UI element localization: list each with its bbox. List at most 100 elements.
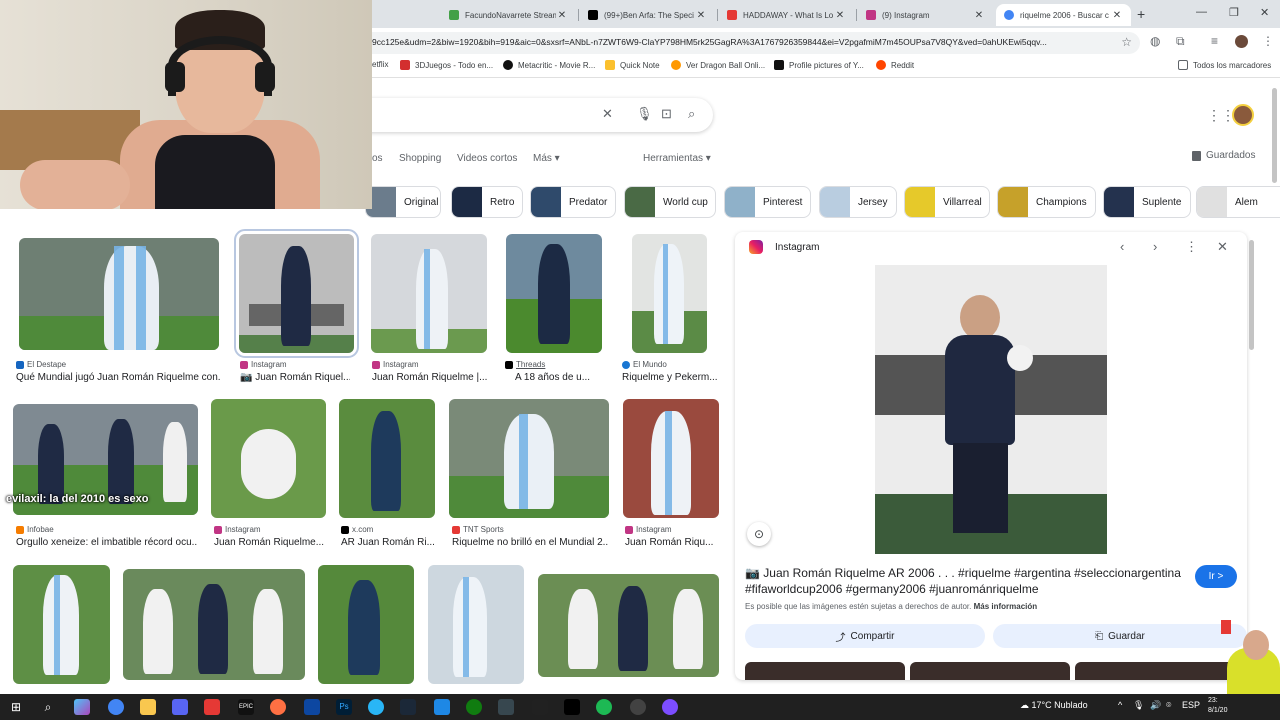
app-icon[interactable] (498, 699, 514, 715)
obs-icon[interactable] (630, 699, 646, 715)
panel-scrollbar[interactable] (1249, 240, 1254, 350)
next-chevron-icon[interactable]: › (1153, 239, 1157, 254)
result-image-selected[interactable] (234, 229, 359, 358)
result-caption[interactable]: Orgullo xeneize: el imbatible récord ocu… (16, 537, 198, 548)
preview-image[interactable] (875, 265, 1107, 554)
address-bar[interactable]: 9cc125e&udm=2&biw=1920&bih=919&aic=0&sxs… (360, 32, 1140, 54)
telegram-icon[interactable] (368, 699, 384, 715)
result-source[interactable]: El Mundo (622, 360, 667, 369)
windows-start-icon[interactable]: ⊞ (8, 699, 24, 715)
close-icon[interactable]: ✕ (556, 10, 568, 21)
previous-chevron-icon[interactable]: ‹ (1120, 239, 1124, 254)
google-apps-icon[interactable]: ⋮⋮ (1207, 107, 1235, 124)
close-icon[interactable]: ✕ (973, 10, 985, 21)
epic-games-icon[interactable]: EPIC (238, 699, 254, 715)
chrome-icon[interactable] (108, 699, 124, 715)
tiktok-icon[interactable] (564, 699, 580, 715)
widgets-icon[interactable] (74, 699, 90, 715)
save-button[interactable]: ⎗ Guardar (993, 624, 1247, 648)
spotify-icon[interactable] (596, 699, 612, 715)
result-source[interactable]: Instagram (240, 360, 287, 369)
weather-widget[interactable]: ☁ 17°C Nublado (1020, 700, 1088, 711)
related-image[interactable] (745, 662, 905, 680)
result-image[interactable] (339, 399, 435, 518)
result-source[interactable]: Instagram (372, 360, 419, 369)
chip-world-cup[interactable]: World cup (624, 186, 716, 218)
chip-retro[interactable]: Retro (451, 186, 523, 218)
discord-icon[interactable] (172, 699, 188, 715)
saved-button[interactable]: Guardados (1192, 150, 1255, 161)
page-scrollbar[interactable] (1272, 88, 1277, 183)
google-account-avatar[interactable] (1232, 104, 1254, 126)
result-source[interactable]: TNT Sports (452, 525, 504, 534)
chip-jersey[interactable]: Jersey (819, 186, 897, 218)
browser-tab[interactable]: FacundoNavarrete Stream ✕ (441, 4, 576, 26)
window-close-icon[interactable]: ✕ (1260, 6, 1269, 19)
clear-icon[interactable]: ✕ (602, 106, 613, 122)
minimize-icon[interactable]: — (1196, 6, 1207, 18)
result-caption[interactable]: A 18 años de u... (515, 372, 607, 383)
more-info-link[interactable]: Más información (974, 602, 1038, 611)
profile-avatar[interactable] (1235, 35, 1248, 48)
close-panel-icon[interactable]: ✕ (1217, 239, 1228, 255)
result-source[interactable]: Instagram (625, 525, 672, 534)
result-image[interactable] (211, 399, 326, 518)
lens-search-icon[interactable]: ⊙ (747, 522, 771, 546)
result-image[interactable] (13, 565, 110, 684)
search-icon[interactable]: ⌕ (40, 699, 56, 715)
close-icon[interactable]: ✕ (1111, 10, 1123, 21)
lens-search-icon[interactable]: ⊡ (661, 106, 672, 122)
result-source[interactable]: Infobae (16, 525, 54, 534)
file-explorer-icon[interactable] (140, 699, 156, 715)
tray-chevron-icon[interactable]: ^ (1118, 700, 1122, 710)
result-caption[interactable]: AR Juan Román Ri... (341, 537, 437, 548)
search-icon[interactable]: ⌕ (688, 106, 695, 122)
more-options-icon[interactable]: ⋮ (1185, 239, 1198, 255)
related-image[interactable] (910, 662, 1070, 680)
all-bookmarks-folder[interactable]: Todos los marcadores (1178, 60, 1271, 70)
chip-villarreal[interactable]: Villarreal (904, 186, 990, 218)
result-source[interactable]: x.com (341, 525, 373, 534)
new-tab-plus-icon[interactable]: + (1137, 6, 1145, 22)
search-box[interactable] (330, 98, 713, 132)
close-icon[interactable]: ✕ (834, 10, 846, 21)
result-caption[interactable]: Qué Mundial jugó Juan Román Riquelme con… (16, 372, 221, 383)
tab-partial[interactable]: os (372, 153, 383, 164)
bookmark-item[interactable]: Profile pictures of Y... (774, 60, 864, 70)
app-icon[interactable] (304, 699, 320, 715)
bookmark-item[interactable]: Metacritic - Movie R... (503, 60, 595, 70)
tab-short-videos[interactable]: Videos cortos (457, 153, 517, 164)
panel-title[interactable]: 📷 Juan Román Riquelme AR 2006 . . . #riq… (745, 565, 1185, 597)
app-icon[interactable] (434, 699, 450, 715)
browser-tab[interactable]: (99+)Ben Arfa: The Speci ✕ (580, 4, 715, 26)
chip-champions[interactable]: Champions (997, 186, 1096, 218)
visit-button[interactable]: Ir > (1195, 565, 1237, 588)
related-image[interactable] (1075, 662, 1235, 680)
tab-shopping[interactable]: Shopping (399, 153, 441, 164)
mic-icon[interactable]: 🎙 (1133, 700, 1144, 711)
result-image[interactable] (632, 234, 707, 353)
bookmark-item[interactable]: 3DJuegos - Todo en... (400, 60, 493, 70)
language-indicator[interactable]: ESP (1182, 700, 1200, 710)
app-icon[interactable] (662, 699, 678, 715)
xbox-icon[interactable] (466, 699, 482, 715)
browser-tab[interactable]: (9) Instagram ✕ (858, 4, 993, 26)
bookmark-item[interactable]: Reddit (876, 60, 914, 70)
url-text[interactable]: 9cc125e&udm=2&biw=1920&bih=919&aic=0&sxs… (372, 37, 1112, 47)
lens-circle-icon[interactable]: ◍ (1150, 34, 1160, 48)
result-image[interactable] (538, 574, 719, 677)
browser-tab[interactable]: HADDAWAY - What Is Lo ✕ (719, 4, 854, 26)
app-icon[interactable] (204, 699, 220, 715)
capcut-icon[interactable] (532, 699, 548, 715)
chip-suplente[interactable]: Suplente (1103, 186, 1191, 218)
chip-original[interactable]: Original (365, 186, 441, 218)
bookmark-item[interactable]: Ver Dragon Ball Onli... (671, 60, 765, 70)
photoshop-icon[interactable]: Ps (336, 699, 352, 715)
volume-icon[interactable]: 🔊 (1150, 700, 1161, 711)
result-caption[interactable]: Riquelme no brilló en el Mundial 2... (452, 537, 608, 548)
tools-button[interactable]: Herramientas ▾ (643, 153, 711, 164)
mic-icon[interactable]: 🎙 (636, 106, 653, 122)
kebab-menu-icon[interactable]: ⋮ (1262, 34, 1274, 48)
result-image[interactable] (623, 399, 719, 518)
chip-alemania[interactable]: Alem (1196, 186, 1280, 218)
